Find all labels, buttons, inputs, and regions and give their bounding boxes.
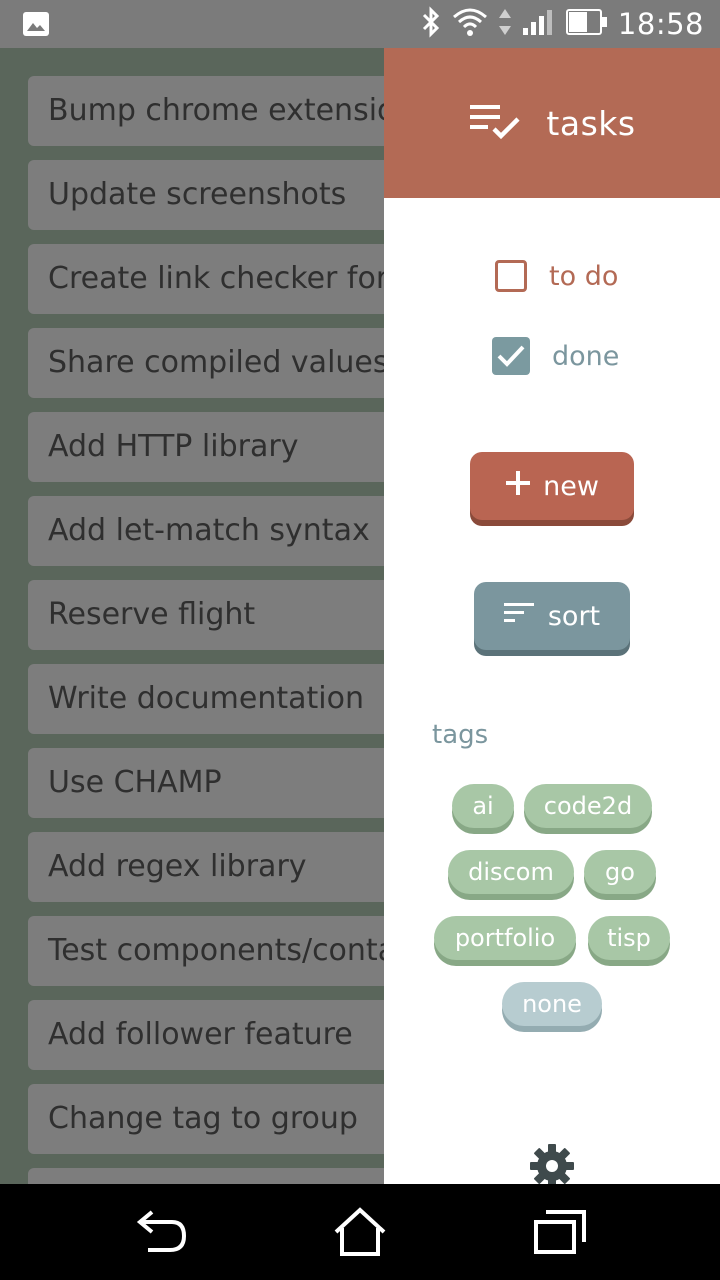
tag-ai[interactable]: ai xyxy=(452,784,514,828)
sort-icon xyxy=(503,601,536,632)
tags-heading: tags xyxy=(432,720,489,750)
image-icon xyxy=(22,11,50,41)
tag-code2d[interactable]: code2d xyxy=(524,784,652,828)
tag-none[interactable]: none xyxy=(502,982,602,1026)
sort-button[interactable]: sort xyxy=(474,582,630,650)
navigation-drawer: tasks to do done new sort tags ai code2d… xyxy=(384,48,720,1184)
data-arrows-icon xyxy=(498,7,512,41)
filter-todo-label: to do xyxy=(549,260,619,292)
new-button-label: new xyxy=(543,470,599,502)
tag-discom[interactable]: discom xyxy=(448,850,574,894)
filter-done-label: done xyxy=(552,340,620,372)
filter-todo[interactable]: to do xyxy=(492,260,618,292)
battery-icon xyxy=(565,8,608,40)
bluetooth-icon xyxy=(420,6,442,42)
tag-portfolio[interactable]: portfolio xyxy=(434,916,576,960)
gear-icon[interactable] xyxy=(528,1142,576,1184)
status-time: 18:58 xyxy=(617,7,704,41)
done-checkbox[interactable] xyxy=(492,337,530,375)
new-task-button[interactable]: new xyxy=(470,452,634,520)
tasks-checklist-icon xyxy=(468,101,524,145)
back-icon[interactable] xyxy=(134,1206,188,1260)
status-bar: 18:58 xyxy=(0,0,720,48)
wifi-icon xyxy=(452,7,488,41)
todo-checkbox[interactable] xyxy=(495,260,527,292)
sort-button-label: sort xyxy=(547,600,601,632)
navigation-bar xyxy=(0,1184,720,1280)
recent-apps-icon[interactable] xyxy=(532,1206,588,1260)
home-icon[interactable] xyxy=(332,1206,388,1262)
drawer-header: tasks xyxy=(384,48,720,198)
tag-go[interactable]: go xyxy=(584,850,656,894)
tag-tisp[interactable]: tisp xyxy=(588,916,670,960)
signal-icon xyxy=(522,8,556,40)
plus-icon xyxy=(505,470,531,503)
check-icon xyxy=(497,345,525,367)
filter-done[interactable]: done xyxy=(492,337,619,375)
drawer-title: tasks xyxy=(546,103,636,143)
